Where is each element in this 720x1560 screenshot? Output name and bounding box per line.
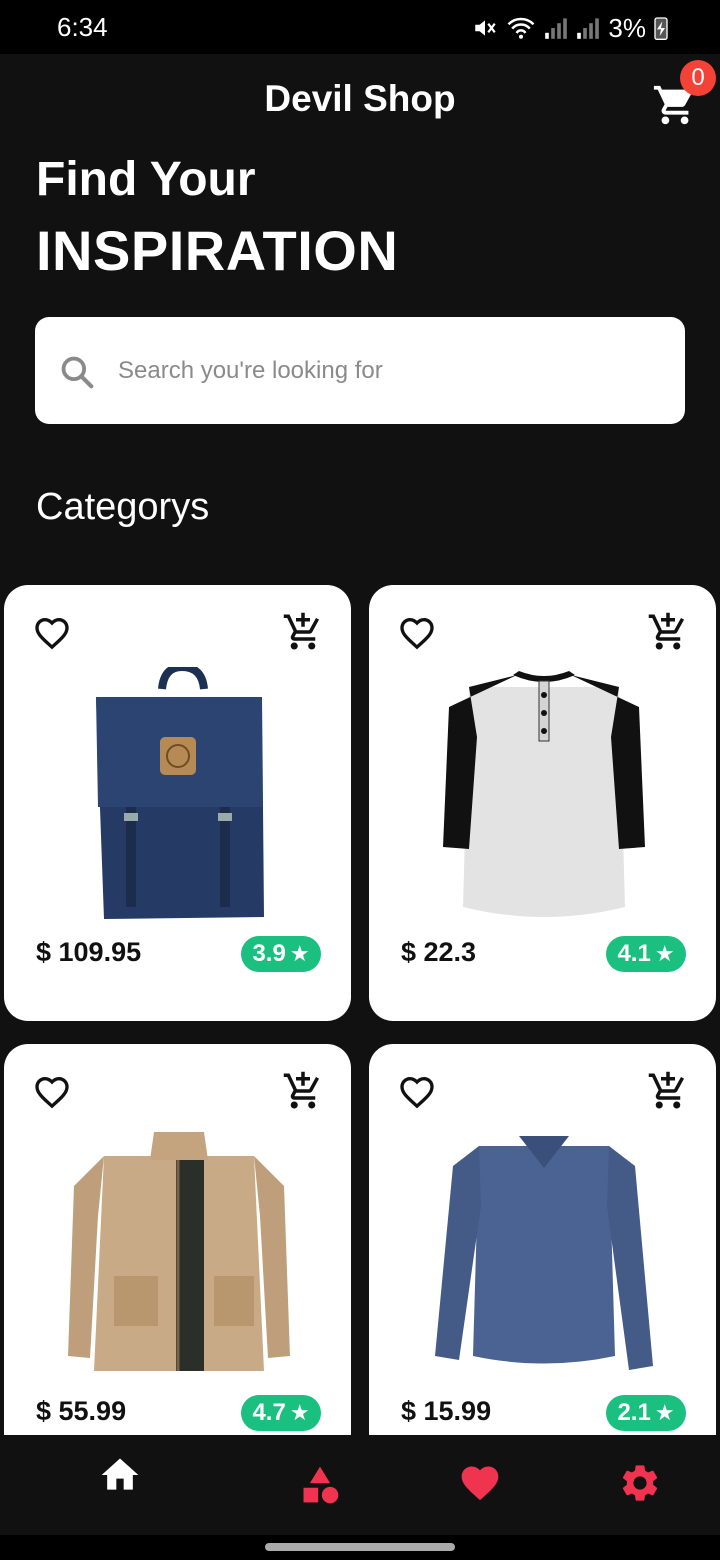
product-image-henley-shirt: [443, 671, 645, 917]
product-card[interactable]: $ 22.3 4.1 ★: [369, 585, 716, 1021]
product-card[interactable]: $ 109.95 3.9 ★: [4, 585, 351, 1021]
bottom-navigation: [0, 1435, 720, 1535]
rating-badge: 3.9 ★: [241, 936, 321, 972]
wifi-icon: [508, 17, 535, 39]
product-card[interactable]: $ 55.99 4.7 ★: [4, 1044, 351, 1464]
favorite-icon[interactable]: [397, 613, 437, 653]
nav-categories[interactable]: [298, 1463, 342, 1507]
shapes-icon: [303, 1466, 339, 1504]
cart-count-badge: 0: [680, 60, 716, 96]
status-icons: 3%: [472, 10, 668, 46]
nav-settings[interactable]: [618, 1461, 662, 1505]
star-icon: ★: [289, 941, 310, 966]
signal-icon-2: [577, 18, 600, 39]
battery-charging-icon: [654, 17, 668, 40]
product-card[interactable]: $ 15.99 2.1 ★: [369, 1044, 716, 1464]
rating-badge: 4.7 ★: [241, 1395, 321, 1431]
mute-icon: [475, 20, 497, 36]
product-price: $ 22.3: [401, 937, 477, 967]
product-image-long-sleeve-tee: [435, 1136, 653, 1370]
signal-icon: [545, 18, 568, 39]
rating-value: 4.1: [617, 940, 651, 967]
home-indicator[interactable]: [265, 1543, 455, 1551]
battery-level: 3%: [608, 12, 646, 43]
product-price: $ 109.95: [36, 937, 142, 967]
rating-badge: 4.1 ★: [606, 936, 686, 972]
nav-home[interactable]: [98, 1453, 142, 1497]
product-image-jacket: [68, 1132, 290, 1371]
search-icon: [61, 356, 94, 389]
nav-favorites[interactable]: [458, 1461, 502, 1505]
star-icon: ★: [654, 1400, 675, 1425]
star-icon: ★: [289, 1400, 310, 1425]
search-input[interactable]: [118, 346, 658, 396]
home-icon: [101, 1458, 139, 1490]
app-bar: Devil Shop: [0, 54, 720, 148]
favorite-icon[interactable]: [32, 1072, 72, 1112]
rating-value: 2.1: [617, 1399, 651, 1426]
product-price: $ 15.99: [401, 1396, 492, 1426]
status-time: 6:34: [57, 12, 108, 42]
app-title: Devil Shop: [264, 78, 456, 119]
favorite-icon[interactable]: [32, 613, 72, 653]
add-to-cart-icon[interactable]: [282, 611, 324, 653]
add-to-cart-icon[interactable]: [282, 1070, 324, 1112]
rating-value: 3.9: [252, 940, 286, 967]
rating-badge: 2.1 ★: [606, 1395, 686, 1431]
gear-icon: [622, 1465, 658, 1501]
section-title: Categorys: [36, 486, 210, 528]
product-price: $ 55.99: [36, 1396, 127, 1426]
product-image-backpack: [96, 667, 264, 919]
status-bar: 6:34 3%: [0, 0, 720, 54]
rating-value: 4.7: [252, 1399, 286, 1426]
headline-line1: Find Your: [36, 153, 256, 206]
add-to-cart-icon[interactable]: [647, 611, 689, 653]
headline-line2: INSPIRATION: [36, 219, 399, 282]
favorite-icon[interactable]: [397, 1072, 437, 1112]
star-icon: ★: [654, 941, 675, 966]
heart-icon: [461, 1466, 499, 1501]
add-to-cart-icon[interactable]: [647, 1070, 689, 1112]
